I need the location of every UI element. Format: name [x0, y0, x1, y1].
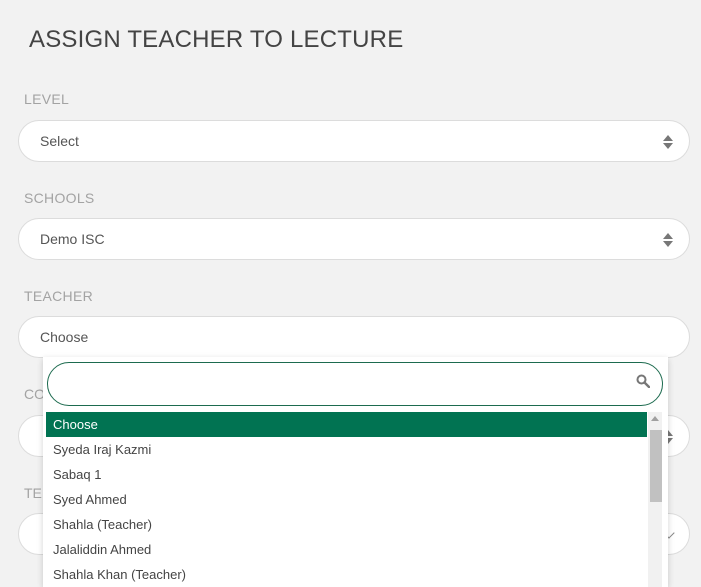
schools-select-value: Demo ISC — [40, 231, 105, 247]
dropdown-search-input[interactable] — [62, 372, 626, 398]
field4-label: CO — [24, 386, 45, 402]
page-title: ASSIGN TEACHER TO LECTURE — [29, 26, 404, 53]
dropdown-option[interactable]: Syeda Iraj Kazmi — [46, 437, 647, 462]
dropdown-option[interactable]: Shahla Khan (Teacher) — [46, 562, 647, 587]
schools-select[interactable]: Demo ISC — [18, 218, 690, 260]
teacher-select-value: Choose — [40, 329, 89, 345]
search-icon — [636, 374, 650, 388]
level-select-value: Select — [40, 133, 79, 149]
teacher-select[interactable]: Choose — [18, 316, 690, 358]
level-select[interactable]: Select — [18, 120, 690, 162]
dropdown-option[interactable]: Choose — [46, 412, 647, 437]
dropdown-option[interactable]: Sabaq 1 — [46, 462, 647, 487]
level-label: LEVEL — [24, 91, 70, 107]
dropdown-option[interactable]: Syed Ahmed — [46, 487, 647, 512]
teacher-dropdown: Choose Syeda Iraj Kazmi Sabaq 1 Syed Ahmed S… — [43, 357, 668, 587]
dropdown-scrollbar[interactable] — [648, 412, 662, 587]
updown-arrows-icon — [662, 134, 674, 150]
scroll-thumb[interactable] — [650, 430, 662, 502]
dropdown-search-box — [47, 362, 663, 406]
schools-label: SCHOOLS — [24, 190, 95, 206]
dropdown-options-list: Choose Syeda Iraj Kazmi Sabaq 1 Syed Ahmed S… — [46, 412, 647, 587]
updown-arrows-icon — [662, 232, 674, 248]
scroll-up-arrow-icon[interactable] — [651, 416, 659, 421]
field5-label: TE — [24, 485, 42, 501]
teacher-label: TEACHER — [24, 288, 93, 304]
dropdown-option[interactable]: Shahla (Teacher) — [46, 512, 647, 537]
dropdown-option[interactable]: Jalaliddin Ahmed — [46, 537, 647, 562]
